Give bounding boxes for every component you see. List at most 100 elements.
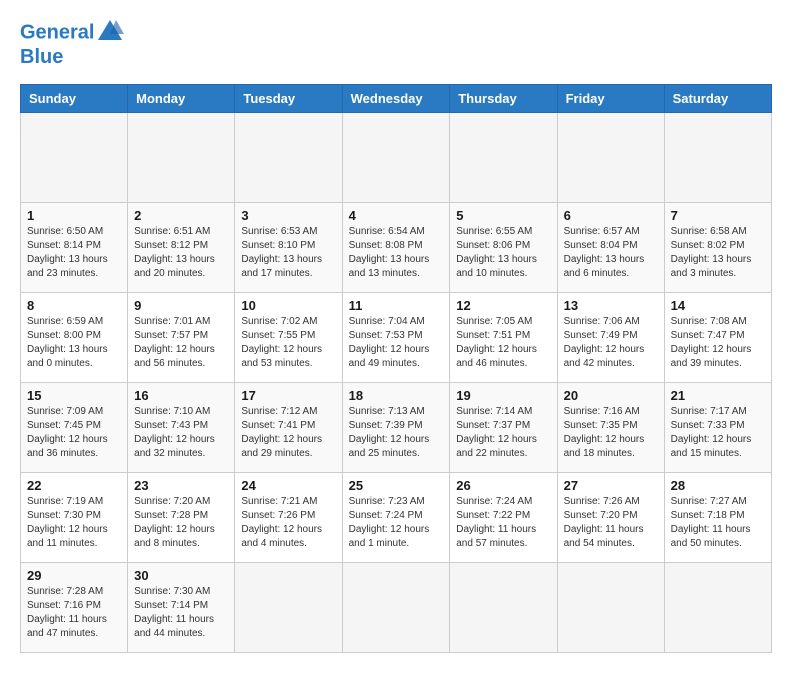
calendar-week-row: 1 Sunrise: 6:50 AM Sunset: 8:14 PM Daylig… [21, 203, 772, 293]
weekday-header-monday: Monday [128, 85, 235, 113]
calendar-cell: 3 Sunrise: 6:53 AM Sunset: 8:10 PM Daylig… [235, 203, 342, 293]
day-info: Sunrise: 7:01 AM Sunset: 7:57 PM Dayligh… [134, 315, 228, 371]
day-info: Sunrise: 7:20 AM Sunset: 7:28 PM Dayligh… [134, 495, 228, 551]
day-number: 28 [671, 478, 765, 493]
day-info: Sunrise: 7:23 AM Sunset: 7:24 PM Dayligh… [349, 495, 444, 551]
calendar-cell: 30Sunrise: 7:30 AM Sunset: 7:14 PM Dayli… [128, 563, 235, 653]
calendar-cell: 18 Sunrise: 7:13 AM Sunset: 7:39 PM Dayli… [342, 383, 450, 473]
calendar-cell [21, 113, 128, 203]
calendar-cell: 15 Sunrise: 7:09 AM Sunset: 7:45 PM Dayli… [21, 383, 128, 473]
calendar-cell [342, 563, 450, 653]
day-info: Sunrise: 6:50 AM Sunset: 8:14 PM Dayligh… [27, 225, 121, 281]
weekday-header-thursday: Thursday [450, 85, 557, 113]
day-number: 26 [456, 478, 550, 493]
calendar-cell: 17 Sunrise: 7:12 AM Sunset: 7:41 PM Dayli… [235, 383, 342, 473]
calendar-cell: 14 Sunrise: 7:08 AM Sunset: 7:47 PM Dayli… [664, 293, 771, 383]
day-number: 20 [564, 388, 658, 403]
day-info: Sunrise: 7:16 AM Sunset: 7:35 PM Dayligh… [564, 405, 658, 461]
day-number: 24 [241, 478, 335, 493]
day-number: 23 [134, 478, 228, 493]
calendar-cell: 29Sunrise: 7:28 AM Sunset: 7:16 PM Dayli… [21, 563, 128, 653]
day-info: Sunrise: 7:08 AM Sunset: 7:47 PM Dayligh… [671, 315, 765, 371]
calendar-cell [450, 563, 557, 653]
day-number: 3 [241, 208, 335, 223]
day-info: Sunrise: 7:10 AM Sunset: 7:43 PM Dayligh… [134, 405, 228, 461]
weekday-header-saturday: Saturday [664, 85, 771, 113]
calendar-table: SundayMondayTuesdayWednesdayThursdayFrid… [20, 84, 772, 653]
day-number: 21 [671, 388, 765, 403]
calendar-cell [664, 563, 771, 653]
calendar-cell: 22Sunrise: 7:19 AM Sunset: 7:30 PM Dayli… [21, 473, 128, 563]
day-number: 2 [134, 208, 228, 223]
calendar-cell: 26Sunrise: 7:24 AM Sunset: 7:22 PM Dayli… [450, 473, 557, 563]
day-number: 27 [564, 478, 658, 493]
day-number: 22 [27, 478, 121, 493]
day-number: 15 [27, 388, 121, 403]
calendar-cell: 5 Sunrise: 6:55 AM Sunset: 8:06 PM Daylig… [450, 203, 557, 293]
calendar-week-row: 29Sunrise: 7:28 AM Sunset: 7:16 PM Dayli… [21, 563, 772, 653]
day-number: 16 [134, 388, 228, 403]
day-number: 10 [241, 298, 335, 313]
day-info: Sunrise: 7:04 AM Sunset: 7:53 PM Dayligh… [349, 315, 444, 371]
weekday-header-friday: Friday [557, 85, 664, 113]
day-info: Sunrise: 7:05 AM Sunset: 7:51 PM Dayligh… [456, 315, 550, 371]
weekday-header-tuesday: Tuesday [235, 85, 342, 113]
day-info: Sunrise: 7:14 AM Sunset: 7:37 PM Dayligh… [456, 405, 550, 461]
day-info: Sunrise: 6:58 AM Sunset: 8:02 PM Dayligh… [671, 225, 765, 281]
day-number: 9 [134, 298, 228, 313]
calendar-cell: 21Sunrise: 7:17 AM Sunset: 7:33 PM Dayli… [664, 383, 771, 473]
day-number: 17 [241, 388, 335, 403]
calendar-cell [235, 113, 342, 203]
logo-text: General Blue [20, 20, 124, 68]
day-number: 4 [349, 208, 444, 223]
calendar-cell: 10Sunrise: 7:02 AM Sunset: 7:55 PM Dayli… [235, 293, 342, 383]
day-info: Sunrise: 7:12 AM Sunset: 7:41 PM Dayligh… [241, 405, 335, 461]
day-number: 5 [456, 208, 550, 223]
day-info: Sunrise: 7:28 AM Sunset: 7:16 PM Dayligh… [27, 585, 121, 641]
day-info: Sunrise: 6:55 AM Sunset: 8:06 PM Dayligh… [456, 225, 550, 281]
day-info: Sunrise: 7:21 AM Sunset: 7:26 PM Dayligh… [241, 495, 335, 551]
day-info: Sunrise: 6:54 AM Sunset: 8:08 PM Dayligh… [349, 225, 444, 281]
day-info: Sunrise: 7:26 AM Sunset: 7:20 PM Dayligh… [564, 495, 658, 551]
day-number: 30 [134, 568, 228, 583]
weekday-header-row: SundayMondayTuesdayWednesdayThursdayFrid… [21, 85, 772, 113]
day-info: Sunrise: 7:09 AM Sunset: 7:45 PM Dayligh… [27, 405, 121, 461]
calendar-cell: 8Sunrise: 6:59 AM Sunset: 8:00 PM Daylig… [21, 293, 128, 383]
calendar-cell [557, 563, 664, 653]
weekday-header-sunday: Sunday [21, 85, 128, 113]
calendar-cell: 11Sunrise: 7:04 AM Sunset: 7:53 PM Dayli… [342, 293, 450, 383]
day-number: 13 [564, 298, 658, 313]
day-number: 25 [349, 478, 444, 493]
day-info: Sunrise: 6:53 AM Sunset: 8:10 PM Dayligh… [241, 225, 335, 281]
calendar-cell: 19Sunrise: 7:14 AM Sunset: 7:37 PM Dayli… [450, 383, 557, 473]
day-number: 6 [564, 208, 658, 223]
calendar-cell: 7 Sunrise: 6:58 AM Sunset: 8:02 PM Daylig… [664, 203, 771, 293]
calendar-cell: 23 Sunrise: 7:20 AM Sunset: 7:28 PM Dayli… [128, 473, 235, 563]
calendar-cell: 20 Sunrise: 7:16 AM Sunset: 7:35 PM Dayli… [557, 383, 664, 473]
calendar-cell: 25 Sunrise: 7:23 AM Sunset: 7:24 PM Dayli… [342, 473, 450, 563]
calendar-cell: 24 Sunrise: 7:21 AM Sunset: 7:26 PM Dayli… [235, 473, 342, 563]
calendar-week-row: 22Sunrise: 7:19 AM Sunset: 7:30 PM Dayli… [21, 473, 772, 563]
day-info: Sunrise: 6:57 AM Sunset: 8:04 PM Dayligh… [564, 225, 658, 281]
day-number: 18 [349, 388, 444, 403]
calendar-cell: 12Sunrise: 7:05 AM Sunset: 7:51 PM Dayli… [450, 293, 557, 383]
day-number: 7 [671, 208, 765, 223]
page-header: General Blue [20, 20, 772, 68]
day-number: 1 [27, 208, 121, 223]
calendar-cell [450, 113, 557, 203]
calendar-cell [342, 113, 450, 203]
calendar-cell [235, 563, 342, 653]
calendar-cell [557, 113, 664, 203]
day-info: Sunrise: 7:06 AM Sunset: 7:49 PM Dayligh… [564, 315, 658, 371]
calendar-cell: 9 Sunrise: 7:01 AM Sunset: 7:57 PM Daylig… [128, 293, 235, 383]
calendar-cell [128, 113, 235, 203]
day-info: Sunrise: 7:13 AM Sunset: 7:39 PM Dayligh… [349, 405, 444, 461]
calendar-cell: 16 Sunrise: 7:10 AM Sunset: 7:43 PM Dayli… [128, 383, 235, 473]
calendar-cell: 1 Sunrise: 6:50 AM Sunset: 8:14 PM Daylig… [21, 203, 128, 293]
day-info: Sunrise: 6:59 AM Sunset: 8:00 PM Dayligh… [27, 315, 121, 371]
calendar-cell: 2Sunrise: 6:51 AM Sunset: 8:12 PM Daylig… [128, 203, 235, 293]
calendar-week-row [21, 113, 772, 203]
calendar-cell: 27 Sunrise: 7:26 AM Sunset: 7:20 PM Dayli… [557, 473, 664, 563]
day-number: 14 [671, 298, 765, 313]
weekday-header-wednesday: Wednesday [342, 85, 450, 113]
